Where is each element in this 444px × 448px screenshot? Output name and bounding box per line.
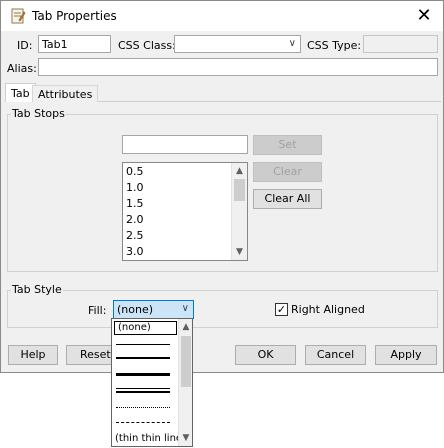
right-aligned-checkbox[interactable]: ✓ [275,303,288,316]
list-item[interactable]: 1.5 [126,197,144,210]
fill-dropdown-scrollbar[interactable]: ▲ ▼ [178,319,192,446]
fill-option-dashed-line[interactable] [116,422,170,423]
fill-option-thin-thin-line[interactable]: (thin thin line [115,433,182,444]
scroll-down-icon[interactable]: ▼ [179,432,192,444]
fill-option-double-line[interactable] [116,388,170,393]
css-type-input [363,35,438,53]
fill-option-thin-line[interactable] [116,344,170,345]
css-class-label: CSS Class: [118,39,176,52]
alias-input[interactable] [38,58,438,76]
close-icon[interactable]: ✕ [409,4,439,28]
tab-stops-group-label: Tab Stops [11,107,66,120]
tab-style-group [7,290,438,328]
fill-option-medium-line[interactable] [116,357,170,359]
fill-dropdown-popup[interactable]: (none) (thin thin line ▲ ▼ [111,318,193,447]
fill-value: (none) [117,303,154,316]
scroll-up-icon[interactable]: ▲ [232,165,247,177]
check-icon: ✓ [276,303,287,316]
css-class-combo[interactable]: ∨ [174,35,301,53]
list-item[interactable]: 0.5 [126,165,144,178]
scroll-down-icon[interactable]: ▼ [232,246,247,258]
scroll-up-icon[interactable]: ▲ [179,321,192,333]
tab-style-group-label: Tab Style [11,283,63,296]
id-label: ID: [17,39,33,52]
right-aligned-label[interactable]: Right Aligned [291,303,365,316]
list-item[interactable]: 2.0 [126,213,144,226]
tab-stops-list[interactable]: 0.5 1.0 1.5 2.0 2.5 3.0 ▲ ▼ [122,162,248,261]
tab-properties-dialog: Tab Properties ✕ ID: Tab1 CSS Class: ∨ C… [0,0,444,373]
ok-button[interactable]: OK [235,345,296,365]
window-title: Tab Properties [32,9,117,23]
reset-button[interactable]: Reset [66,345,112,365]
tab-attributes[interactable]: Attributes [32,85,99,102]
list-item[interactable]: 2.5 [126,229,144,242]
css-type-label: CSS Type: [307,39,362,52]
fill-combo[interactable]: (none) ∨ [113,300,194,319]
fill-label: Fill: [88,304,107,317]
tab-stops-scrollbar[interactable]: ▲ ▼ [231,163,247,260]
list-item[interactable]: 1.0 [126,181,144,194]
list-item[interactable]: 3.0 [126,245,144,258]
chevron-down-icon: ∨ [288,38,296,49]
clear-all-button[interactable]: Clear All [253,189,322,209]
scroll-thumb[interactable] [234,179,245,201]
apply-button[interactable]: Apply [375,345,437,365]
set-button[interactable]: Set [253,135,322,155]
id-input[interactable]: Tab1 [38,35,111,53]
tab-stop-input[interactable] [122,135,248,154]
fill-option-none[interactable]: (none) [114,321,177,335]
title-bar: Tab Properties ✕ [1,1,443,31]
chevron-down-icon: ∨ [181,303,189,314]
alias-label: Alias: [7,62,37,75]
clear-button[interactable]: Clear [253,162,322,182]
help-button[interactable]: Help [8,345,58,365]
fill-option-thick-line[interactable] [116,373,170,376]
fill-option-dotted-line[interactable] [116,407,170,408]
scroll-thumb[interactable] [181,336,191,387]
app-icon [11,8,26,24]
cancel-button[interactable]: Cancel [305,345,366,365]
